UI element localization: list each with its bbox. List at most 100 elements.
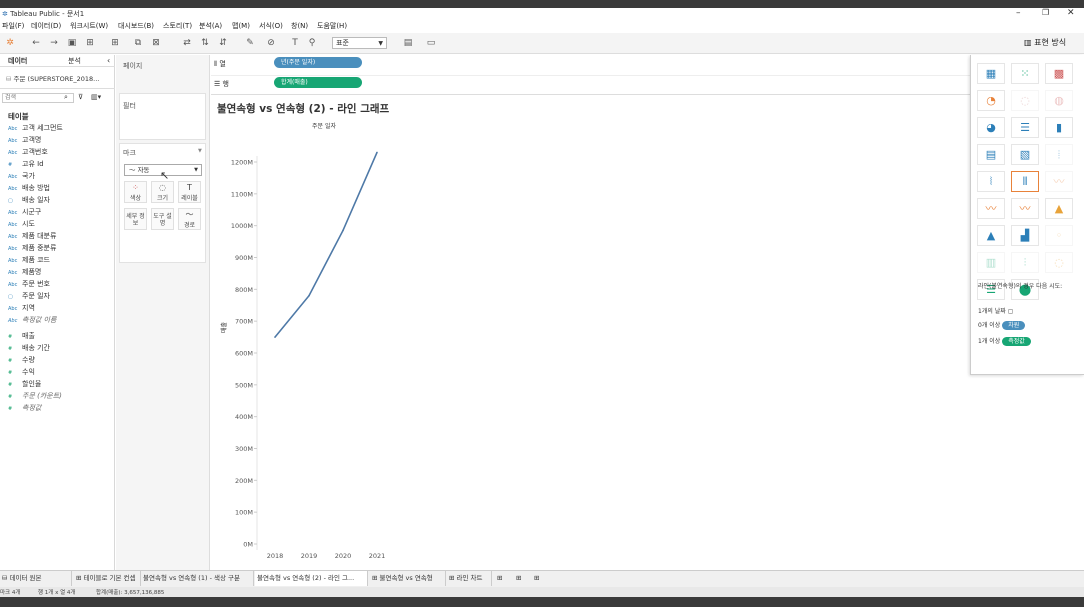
chart-type-thumbnail[interactable]: 〰 [977,198,1005,219]
chart-type-thumbnail[interactable]: ▮ [1045,117,1073,138]
tab-data[interactable]: 데이터 [8,56,27,66]
chart-type-thumbnail[interactable]: ▩ [1045,63,1073,84]
close-icon[interactable]: ✕ [1067,8,1075,18]
chart-type-thumbnail[interactable]: ⦙ [1045,144,1073,165]
chart-type-thumbnail[interactable]: 〰 [1045,171,1073,192]
dimension-field[interactable]: Abc 시군구 [8,207,41,217]
chart-type-thumbnail[interactable]: ▲ [1045,198,1073,219]
new-sheet-icon[interactable]: ⊞ [495,571,509,586]
dimension-field[interactable]: Abc 제품 중분류 [8,243,56,253]
chart-type-thumbnail[interactable]: ▤ [977,144,1005,165]
chart-type-thumbnail[interactable]: ▲ [977,225,1005,246]
tab-sheet-2[interactable]: 불연속형 vs 연속형 (1) - 색상 구분 [141,571,254,586]
chart-type-thumbnail[interactable]: ▥ [977,252,1005,273]
chart-type-thumbnail[interactable]: ◌ [1011,90,1039,111]
highlight-icon[interactable]: ✎ [245,38,255,48]
tab-sheet-4[interactable]: ⊞ 불연속형 vs 연속형 [370,571,446,586]
rows-pill[interactable]: 합계(매출) [274,77,362,88]
new-sheet-icon[interactable]: ⊞ [110,38,120,48]
pin-icon[interactable]: ⚲ [307,38,317,48]
menu-map[interactable]: 맵(M) [232,21,250,31]
dimension-field[interactable]: Abc 주문 번호 [8,279,50,289]
new-datasource-icon[interactable]: ⊞ [85,38,95,48]
menu-analysis[interactable]: 분석(A) [199,21,222,31]
dimension-field[interactable]: Abc 시도 [8,219,35,229]
new-dashboard-icon[interactable]: ⊞ [514,571,528,586]
chart-type-thumbnail[interactable]: ▧ [1011,144,1039,165]
chart-type-thumbnail[interactable]: ▦ [977,63,1005,84]
chart-type-thumbnail[interactable]: ⦚ [977,171,1005,192]
chart-type-thumbnail[interactable]: ◌ [1045,252,1073,273]
menu-worksheet[interactable]: 워크시트(W) [70,21,108,31]
show-me-button[interactable]: ▥ 표현 방식 [1024,37,1066,48]
filter-icon[interactable]: ⊽ [78,93,83,101]
tooltip-button[interactable]: 도구 설명 [151,208,174,230]
label-button[interactable]: T 레이블 [178,181,201,203]
dimension-field[interactable]: # 고유 Id [8,159,44,169]
dimension-field[interactable]: Abc 고객명 [8,135,41,145]
redo-icon[interactable]: → [49,38,59,48]
collapse-icon[interactable]: ‹ [107,56,110,65]
path-button[interactable]: 〜 경로 [178,208,201,230]
measure-field[interactable]: # 할인율 [8,379,41,389]
dimension-field[interactable]: Abc 고객번호 [8,147,48,157]
tab-sheet-1[interactable]: ⊞ 테이블로 기본 컨셉 [74,571,141,586]
menu-file[interactable]: 파일(F) [2,21,24,31]
measure-field[interactable]: # 매출 [8,331,35,341]
dimension-field[interactable]: Abc 제품 대분류 [8,231,56,241]
view-options-icon[interactable]: ▥▾ [91,93,101,101]
dimension-field[interactable]: ▢ 주문 일자 [8,291,50,301]
clear-sheet-icon[interactable]: ⊠ [151,38,161,48]
menu-story[interactable]: 스토리(T) [163,21,192,31]
dimension-field[interactable]: ▢ 배송 일자 [8,195,50,205]
chart-type-thumbnail[interactable]: ◍ [1045,90,1073,111]
menu-data[interactable]: 데이터(D) [31,21,61,31]
chart-type-thumbnail[interactable]: ◔ [977,90,1005,111]
measure-field[interactable]: # 배송 기간 [8,343,50,353]
menu-format[interactable]: 서식(O) [259,21,283,31]
save-icon[interactable]: ▣ [67,38,77,48]
menu-window[interactable]: 창(N) [291,21,308,31]
presentation-icon[interactable]: ▭ [426,38,436,48]
chart-type-thumbnail[interactable]: ▟ [1011,225,1039,246]
undo-icon[interactable]: ← [31,38,41,48]
chart-type-thumbnail[interactable]: ⫶ [1011,252,1039,273]
group-icon[interactable]: ⊘ [266,38,276,48]
chart-type-thumbnail[interactable]: ◦ [1045,225,1073,246]
detail-button[interactable]: 세부 정보 [124,208,147,230]
dimension-field[interactable]: Abc 제품명 [8,267,41,277]
show-labels-icon[interactable]: ▤ [403,38,413,48]
minimize-icon[interactable]: – [1016,8,1021,18]
dimension-field[interactable]: Abc 고객 세그먼트 [8,123,63,133]
measure-field[interactable]: # 측정값 [8,403,41,413]
measure-field[interactable]: # 수량 [8,355,35,365]
columns-pill[interactable]: 년(주문 일자) [274,57,362,68]
size-button[interactable]: ◌ 크기 [151,181,174,203]
tab-analysis[interactable]: 분석 [68,56,81,66]
tableau-home-icon[interactable]: ✲ [5,38,15,48]
chevron-down-icon[interactable]: ▼ [198,148,202,154]
measure-field[interactable]: # 주문 (카운트) [8,391,62,401]
chart-type-thumbnail[interactable]: ⁙ [1011,63,1039,84]
new-story-icon[interactable]: ⊞ [532,571,546,586]
tab-sheet-5[interactable]: ⊞ 라인 차트 [447,571,492,586]
color-button[interactable]: ⁘ 색상 [124,181,147,203]
chart-type-thumbnail[interactable]: ◕ [977,117,1005,138]
menu-dashboard[interactable]: 대시보드(B) [118,21,154,31]
sort-descending-icon[interactable]: ⇵ [218,38,228,48]
measure-field[interactable]: # 수익 [8,367,35,377]
dimension-field[interactable]: Abc 제품 코드 [8,255,50,265]
maximize-icon[interactable]: ❐ [1042,8,1049,17]
duplicate-sheet-icon[interactable]: ⧉ [133,38,143,48]
label-toggle-icon[interactable]: T [290,38,300,48]
dimension-field[interactable]: Abc 배송 방법 [8,183,50,193]
swap-icon[interactable]: ⇄ [182,38,192,48]
dimension-field[interactable]: Abc 국가 [8,171,35,181]
tab-sheet-3[interactable]: 불연속형 vs 연속형 (2) - 라인 그... [255,571,368,586]
sort-ascending-icon[interactable]: ⇅ [200,38,210,48]
dimension-field[interactable]: Abc 지역 [8,303,35,313]
tab-data-source[interactable]: ⛁ 데이터 원본 [0,571,72,586]
menu-help[interactable]: 도움말(H) [317,21,347,31]
chart-type-thumbnail[interactable]: 〰 [1011,198,1039,219]
chart-type-line-discrete-selected[interactable]: ⫴ [1011,171,1039,192]
